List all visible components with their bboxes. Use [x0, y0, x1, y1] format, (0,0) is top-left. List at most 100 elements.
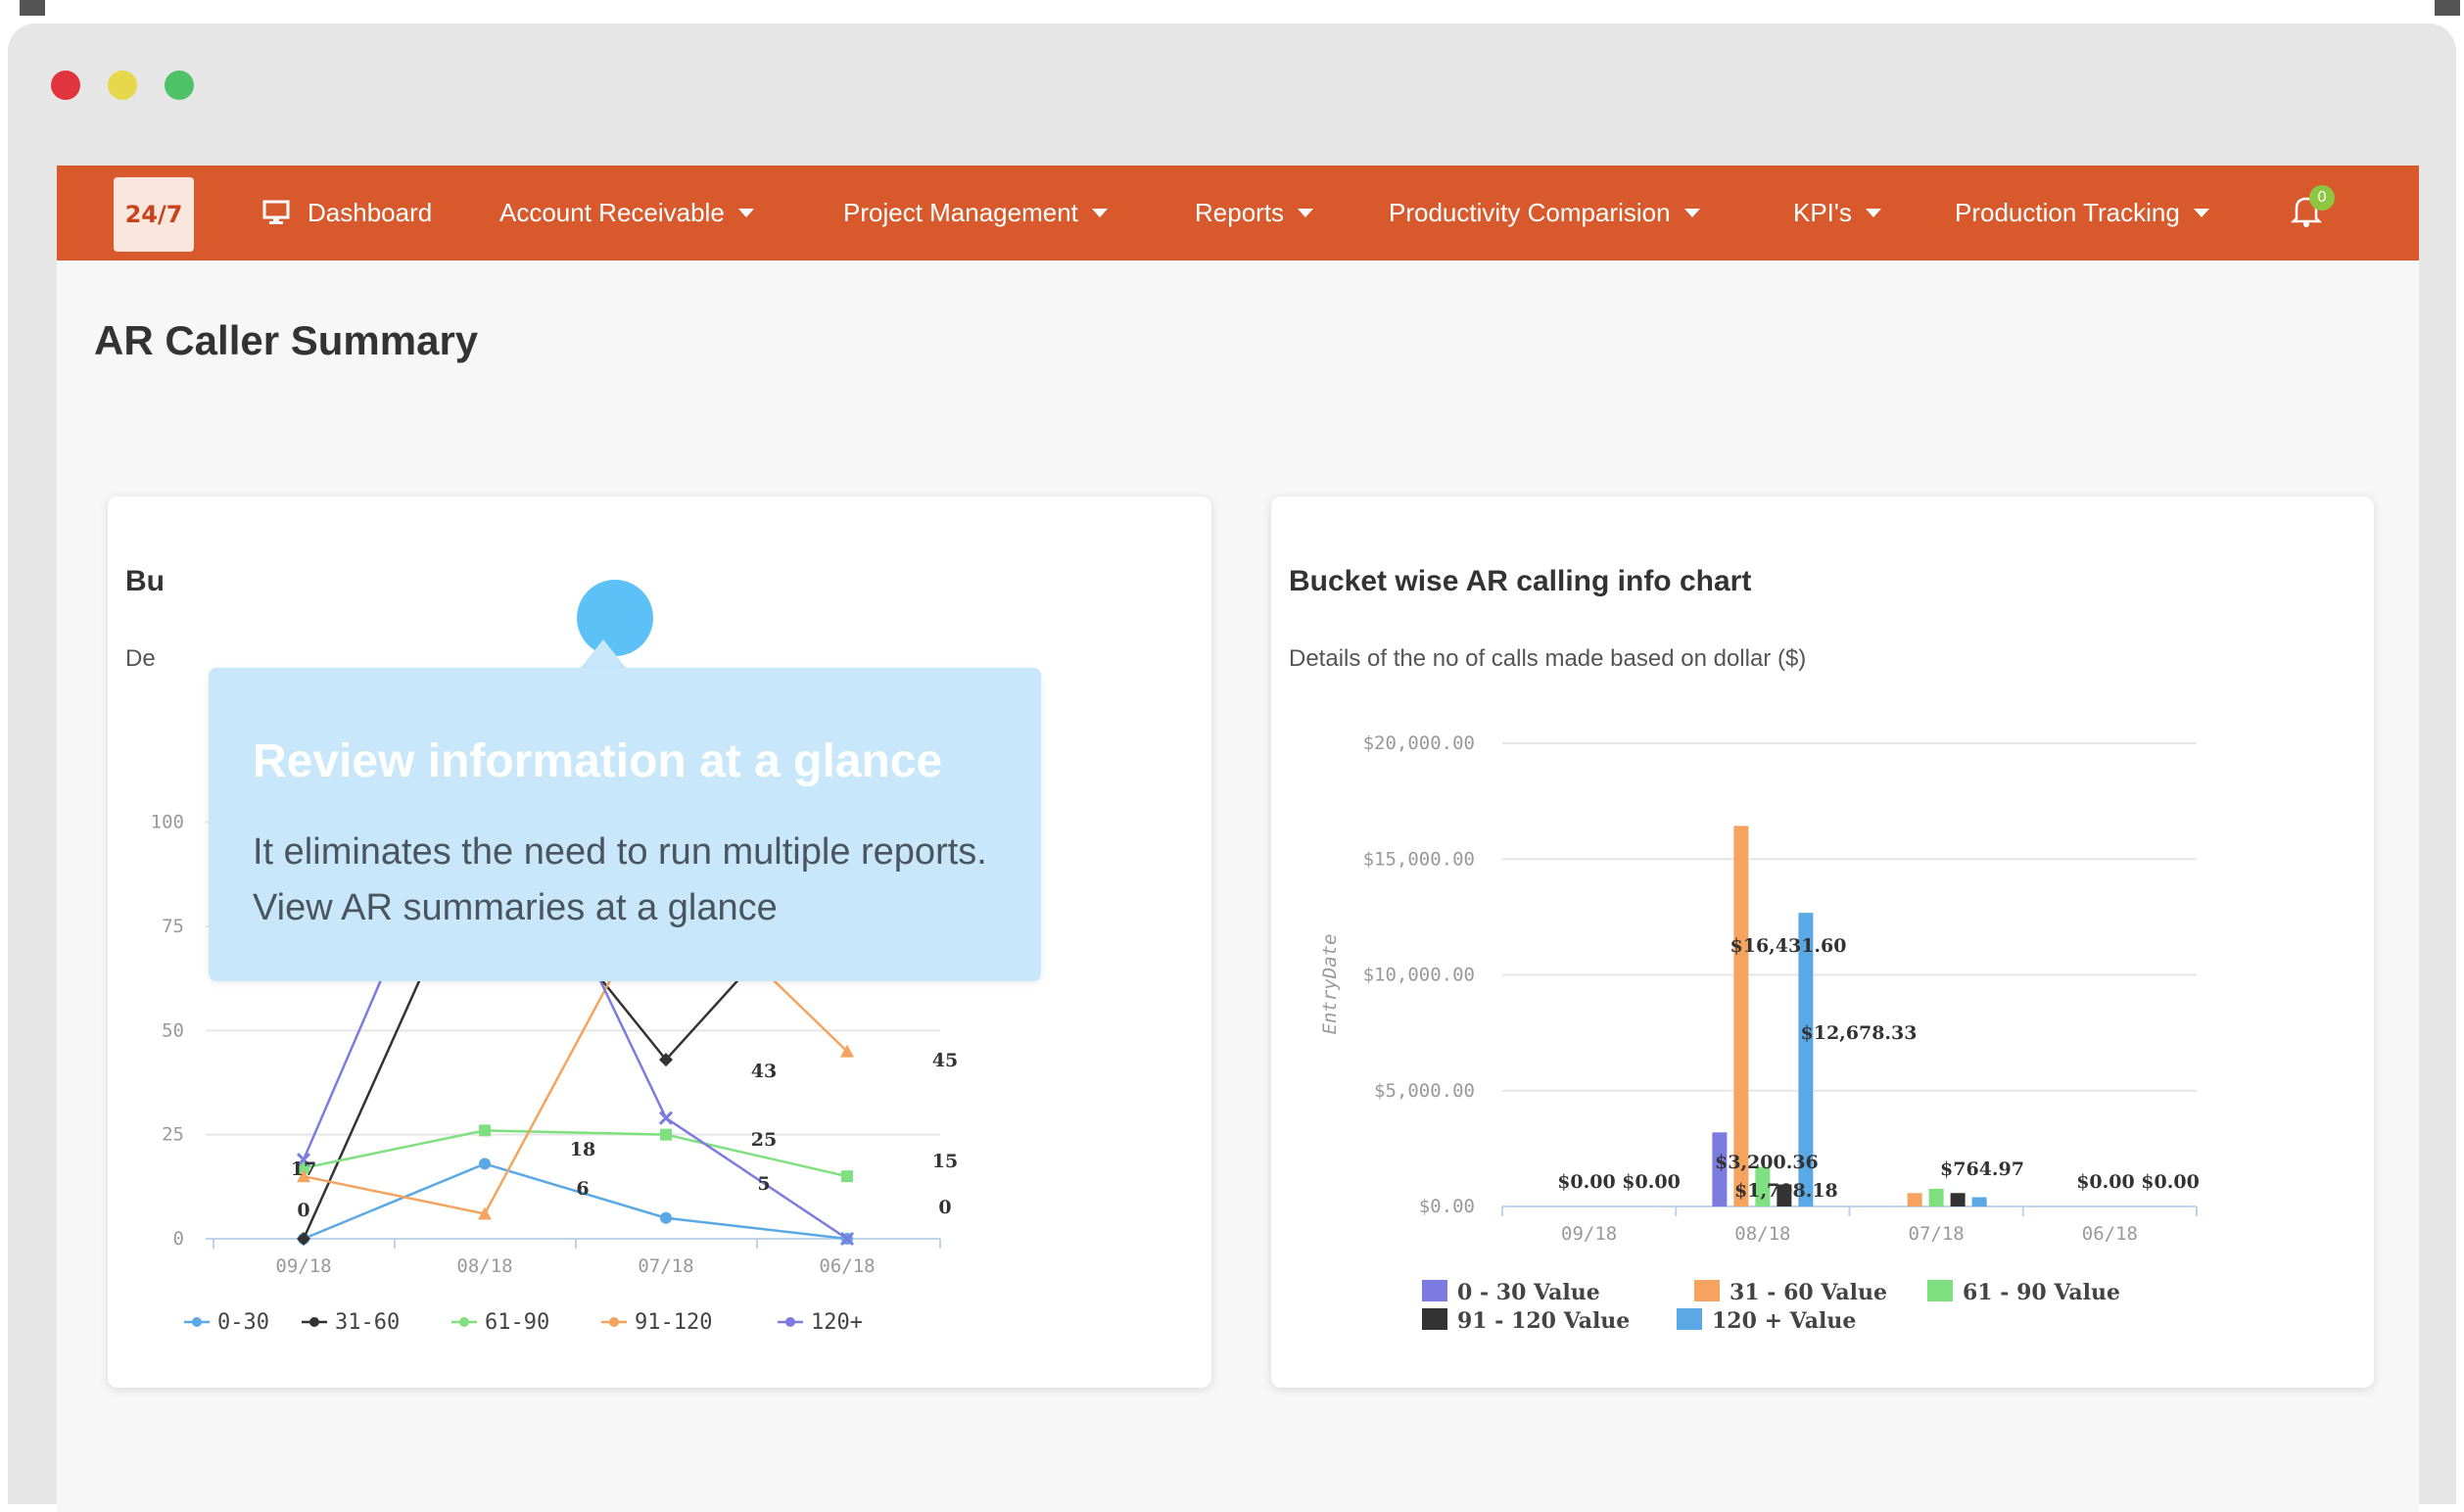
nav-dashboard-label: Dashboard	[308, 197, 433, 227]
caret-down-icon	[1683, 208, 1700, 217]
nav-dashboard[interactable]: Dashboard	[262, 195, 432, 230]
nav-kpis[interactable]: KPI's	[1793, 195, 1881, 230]
legend-label: 0-30	[217, 1310, 269, 1335]
legend-label: 91 - 120 Value	[1457, 1308, 1630, 1334]
page-title: AR Caller Summary	[94, 317, 479, 363]
caret-down-icon	[1298, 208, 1314, 217]
legend-swatch	[1422, 1308, 1447, 1330]
nav-account-receivable-label: Account Receivable	[499, 197, 725, 227]
bar-31 - 60 Value	[1733, 826, 1749, 1206]
bar-61 - 90 Value	[1928, 1188, 1944, 1206]
y-tick-label: $20,000.00	[1363, 732, 1475, 754]
window-corner-right	[2435, 0, 2460, 16]
legend-label: 120+	[811, 1310, 863, 1335]
y-tick-label: $15,000.00	[1363, 848, 1475, 870]
legend-label: 91-120	[635, 1310, 712, 1335]
legend-label: 120 + Value	[1712, 1308, 1856, 1334]
legend-marker	[192, 1317, 202, 1327]
legend-label: 31 - 60 Value	[1730, 1280, 1887, 1305]
nav-productivity-comparision-label: Productivity Comparision	[1389, 197, 1671, 227]
data-label: 17	[291, 1158, 316, 1180]
legend-label: 31-60	[335, 1310, 400, 1335]
legend-swatch	[1694, 1280, 1720, 1301]
x-tick-label: 06/18	[2082, 1223, 2138, 1245]
data-label: 0	[297, 1200, 309, 1221]
nav-production-tracking-label: Production Tracking	[1955, 197, 2180, 227]
legend-swatch	[1677, 1308, 1702, 1330]
y-tick-label: $10,000.00	[1363, 965, 1475, 986]
nav-kpis-label: KPI's	[1793, 197, 1852, 227]
tooltip-title: Review information at a glance	[253, 735, 943, 787]
legend-marker	[309, 1317, 319, 1327]
tooltip-body: It eliminates the need to run multiple r…	[253, 831, 987, 928]
data-label: 45	[932, 1050, 958, 1071]
nav-project-management-label: Project Management	[843, 197, 1078, 227]
legend-label: 0 - 30 Value	[1457, 1280, 1600, 1305]
logo-text: 24/7	[124, 201, 183, 228]
caret-down-icon	[1865, 208, 1881, 217]
notification-badge: 0	[2309, 185, 2335, 211]
x-tick-label: 09/18	[275, 1255, 331, 1277]
data-point	[297, 1232, 310, 1246]
data-label: 18	[570, 1139, 595, 1160]
data-point	[841, 1170, 853, 1183]
data-label: $764.97	[1940, 1158, 2024, 1180]
x-tick-label: 07/18	[638, 1255, 693, 1277]
caret-down-icon	[2193, 208, 2209, 217]
bar-chart-card: Bucket wise AR calling info chart Detail…	[1271, 496, 2374, 1388]
data-label: $16,431.60	[1730, 935, 1847, 957]
legend-marker	[459, 1317, 469, 1327]
data-point	[479, 1158, 491, 1170]
data-label: $0.00 $0.00	[2076, 1171, 2200, 1193]
data-label: $12,678.33	[1801, 1022, 1918, 1044]
legend-marker	[785, 1317, 795, 1327]
browser-window: 24/7 Dashboard Account Receivable Projec…	[8, 24, 2456, 1512]
nav-production-tracking[interactable]: Production Tracking	[1955, 195, 2209, 230]
data-label: 6	[576, 1178, 589, 1200]
legend-marker	[609, 1317, 619, 1327]
data-label: 43	[751, 1061, 777, 1082]
data-label: $0.00 $0.00	[1557, 1171, 1681, 1193]
bar-31 - 60 Value	[1907, 1193, 1922, 1206]
y-tick-label: 50	[162, 1019, 184, 1041]
x-tick-label: 08/18	[1734, 1223, 1790, 1245]
data-label: 0	[938, 1197, 951, 1218]
x-tick-label: 08/18	[456, 1255, 512, 1277]
y-tick-label: $5,000.00	[1374, 1080, 1475, 1102]
y-tick-label: 25	[162, 1124, 184, 1146]
y-tick-label: 75	[162, 916, 184, 937]
caret-down-icon	[1091, 208, 1108, 217]
maximize-window-button[interactable]	[165, 71, 194, 100]
tooltip-arrow	[580, 639, 627, 669]
minimize-window-button[interactable]	[108, 71, 137, 100]
bar-91 - 120 Value	[1950, 1193, 1966, 1206]
y-axis-title: EntryDate	[1319, 934, 1341, 1035]
y-tick-label: $0.00	[1419, 1196, 1475, 1217]
onboarding-tooltip[interactable]: Review information at a glance It elimin…	[209, 668, 1041, 981]
close-window-button[interactable]	[51, 71, 80, 100]
data-label: 15	[932, 1151, 958, 1172]
bar-120 + Value	[1971, 1197, 1987, 1206]
nav-reports-label: Reports	[1195, 197, 1285, 227]
bar-chart: $0.00 $5,000.00 $10,000.00 $15,000.00 $20,00…	[1319, 732, 2200, 1334]
legend-label: 61-90	[485, 1310, 549, 1335]
x-tick-label: 06/18	[819, 1255, 875, 1277]
nav-account-receivable[interactable]: Account Receivable	[499, 195, 754, 230]
y-tick-label: 100	[151, 812, 184, 833]
data-point	[660, 1211, 672, 1224]
app-viewport: 24/7 Dashboard Account Receivable Projec…	[57, 165, 2419, 1512]
app-logo[interactable]: 24/7	[114, 177, 194, 252]
nav-project-management[interactable]: Project Management	[843, 195, 1108, 230]
data-label: $3,200.36	[1715, 1152, 1819, 1173]
data-label: 25	[751, 1129, 777, 1151]
nav-reports[interactable]: Reports	[1195, 195, 1314, 230]
caret-down-icon	[737, 208, 754, 217]
legend-swatch	[1927, 1280, 1953, 1301]
legend-label: 61 - 90 Value	[1963, 1280, 2120, 1305]
window-corner-left	[20, 0, 45, 16]
nav-productivity-comparision[interactable]: Productivity Comparision	[1389, 195, 1700, 230]
data-label: $1,708.18	[1734, 1180, 1838, 1202]
y-tick-label: 0	[173, 1228, 184, 1250]
x-tick-label: 09/18	[1561, 1223, 1617, 1245]
data-point	[660, 1128, 672, 1141]
